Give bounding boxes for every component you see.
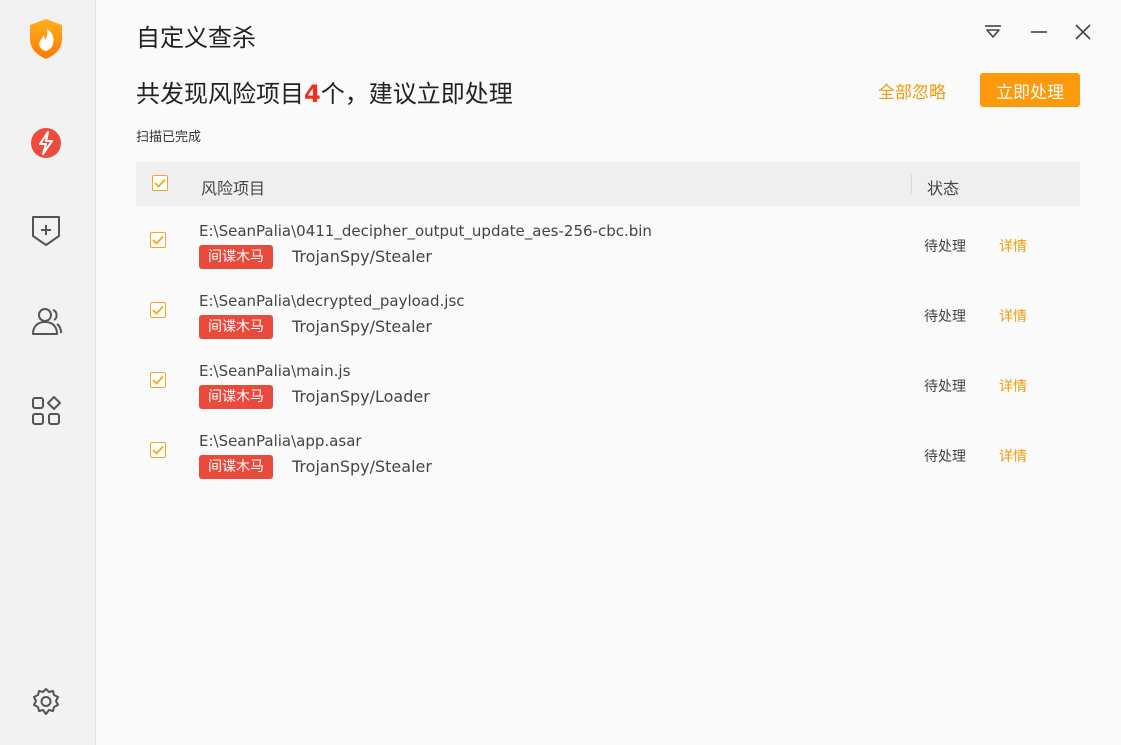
row-checkbox[interactable] bbox=[150, 372, 166, 388]
detail-link[interactable]: 详情 bbox=[999, 446, 1027, 466]
handle-now-button[interactable]: 立即处理 bbox=[980, 73, 1080, 107]
flame-shield-logo-icon bbox=[25, 18, 67, 60]
status-text: 待处理 bbox=[924, 239, 966, 255]
threat-badge: 间谍木马 bbox=[199, 245, 273, 269]
threat-name: TrojanSpy/Stealer bbox=[292, 317, 432, 336]
summary-prefix: 共发现风险项目 bbox=[136, 80, 304, 108]
minimize-icon[interactable] bbox=[1027, 20, 1051, 44]
file-path: E:\SeanPalia\app.asar bbox=[199, 432, 362, 450]
threat-name: TrojanSpy/Loader bbox=[292, 387, 430, 406]
sidebar bbox=[0, 0, 96, 745]
row-checkbox[interactable] bbox=[150, 302, 166, 318]
users-icon[interactable] bbox=[25, 300, 67, 342]
gear-icon[interactable] bbox=[25, 681, 67, 723]
threat-name: TrojanSpy/Stealer bbox=[292, 457, 432, 476]
file-path: E:\SeanPalia\main.js bbox=[199, 362, 351, 380]
status-text: 待处理 bbox=[924, 309, 966, 325]
lightning-icon[interactable] bbox=[25, 122, 67, 164]
ignore-all-link[interactable]: 全部忽略 bbox=[878, 78, 946, 103]
window-title: 自定义查杀 bbox=[136, 24, 256, 52]
row-checkbox[interactable] bbox=[150, 442, 166, 458]
threat-badge: 间谍木马 bbox=[199, 385, 273, 409]
table-row: E:\SeanPalia\main.js 间谍木马 TrojanSpy/Load… bbox=[136, 348, 1080, 418]
risk-count: 4 bbox=[304, 80, 321, 108]
table-row: E:\SeanPalia\decrypted_payload.jsc 间谍木马 … bbox=[136, 278, 1080, 348]
detail-link[interactable]: 详情 bbox=[999, 376, 1027, 396]
file-path: E:\SeanPalia\decrypted_payload.jsc bbox=[199, 292, 465, 310]
threat-name: TrojanSpy/Stealer bbox=[292, 247, 432, 266]
detail-link[interactable]: 详情 bbox=[999, 306, 1027, 326]
status-text: 待处理 bbox=[924, 379, 966, 395]
column-divider bbox=[911, 174, 912, 194]
check-icon bbox=[152, 375, 164, 385]
status-text: 待处理 bbox=[924, 449, 966, 465]
threat-badge: 间谍木马 bbox=[199, 315, 273, 339]
check-icon bbox=[152, 445, 164, 455]
table-row: E:\SeanPalia\app.asar 间谍木马 TrojanSpy/Ste… bbox=[136, 418, 1080, 488]
menu-icon[interactable] bbox=[981, 20, 1005, 44]
table-header: 风险项目 状态 bbox=[136, 162, 1080, 206]
risk-summary: 共发现风险项目4个，建议立即处理 bbox=[136, 74, 513, 109]
check-icon bbox=[152, 305, 164, 315]
table-row: E:\SeanPalia\0411_decipher_output_update… bbox=[136, 208, 1080, 278]
threat-badge: 间谍木马 bbox=[199, 455, 273, 479]
summary-suffix: 个，建议立即处理 bbox=[320, 80, 513, 108]
column-risk-item: 风险项目 bbox=[201, 179, 266, 198]
close-icon[interactable] bbox=[1071, 20, 1095, 44]
check-icon bbox=[152, 235, 164, 245]
file-path: E:\SeanPalia\0411_decipher_output_update… bbox=[199, 222, 652, 240]
check-icon bbox=[154, 178, 166, 188]
main-panel: 自定义查杀 共发现风险项目4个，建议立即处理 扫描已完成 全部忽略 立即处理 风… bbox=[96, 0, 1121, 745]
row-checkbox[interactable] bbox=[150, 232, 166, 248]
column-status: 状态 bbox=[927, 179, 960, 198]
select-all-checkbox[interactable] bbox=[152, 175, 168, 191]
shield-plus-icon[interactable] bbox=[25, 210, 67, 252]
scan-status: 扫描已完成 bbox=[136, 130, 202, 145]
detail-link[interactable]: 详情 bbox=[999, 236, 1027, 256]
apps-grid-icon[interactable] bbox=[25, 390, 67, 432]
